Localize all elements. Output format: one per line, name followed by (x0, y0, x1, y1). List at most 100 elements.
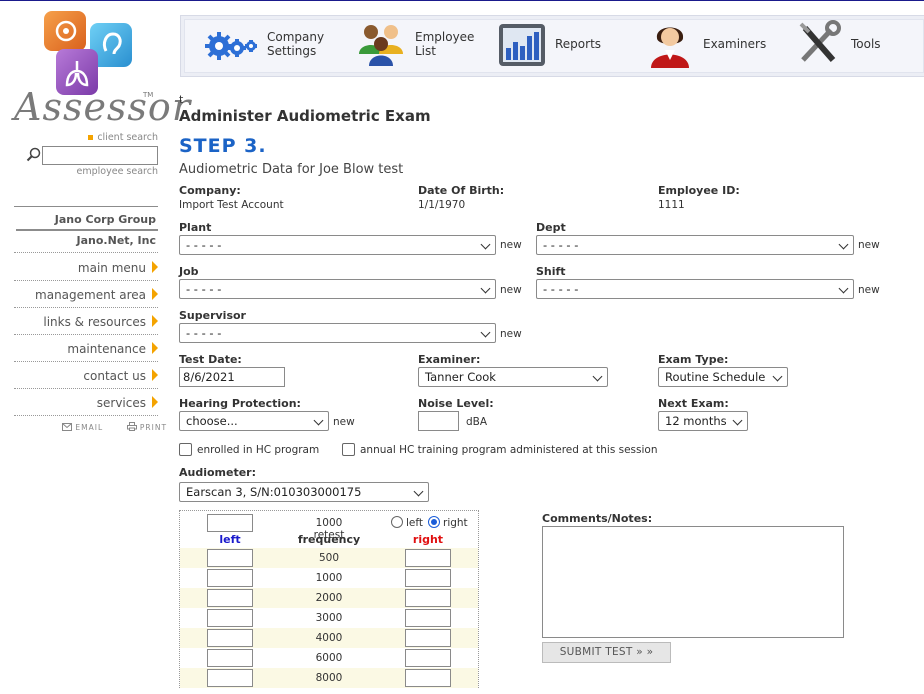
assessor-logo[interactable]: Assessor TM (14, 9, 190, 131)
comments-textarea[interactable] (542, 526, 844, 638)
supervisor-select[interactable]: - - - - - (179, 323, 496, 343)
examiner-icon (651, 27, 689, 68)
plant-select-value: - - - - - (186, 238, 222, 252)
dept-select-value: - - - - - (543, 238, 579, 252)
right-3000-input[interactable] (405, 609, 451, 627)
left-6000-input[interactable] (207, 649, 253, 667)
nav-tools[interactable]: Tools (793, 16, 881, 72)
chevron-down-icon (413, 486, 424, 497)
training-checkbox[interactable] (342, 443, 355, 456)
frequency-2000: 2000 (315, 592, 343, 604)
print-label: PRINT (139, 423, 168, 432)
test-date-input[interactable]: 8/6/2021 (179, 367, 285, 387)
job-select[interactable]: - - - - - (179, 279, 496, 299)
hearing-new-link[interactable]: new (333, 416, 355, 428)
noise-level-label: Noise Level: (418, 397, 494, 410)
submit-test-button[interactable]: SUBMIT TEST » » (542, 642, 671, 663)
right-2000-input[interactable] (405, 589, 451, 607)
left-2000-input[interactable] (207, 589, 253, 607)
comments-label: Comments/Notes: (542, 512, 653, 525)
nav-examiners[interactable]: Examiners (645, 16, 766, 72)
next-exam-label: Next Exam: (658, 397, 729, 410)
column-left-header: left (219, 533, 241, 546)
left-3000-input[interactable] (207, 609, 253, 627)
test-date-label: Test Date: (179, 353, 242, 366)
arrow-right-icon (152, 315, 158, 327)
hearing-protection-value: choose... (186, 414, 238, 428)
noise-unit: dBA (466, 416, 488, 428)
audiometer-label: Audiometer: (179, 466, 257, 479)
plant-select[interactable]: - - - - - (179, 235, 496, 255)
retest-left-input[interactable] (207, 514, 253, 532)
logo-text: Assessor (14, 85, 191, 129)
dept-select[interactable]: - - - - - (536, 235, 854, 255)
nav-label-line1: Tools (851, 37, 881, 51)
menu-management-area[interactable]: management area (14, 286, 158, 304)
divider (14, 280, 158, 281)
divider (14, 361, 158, 362)
right-500-input[interactable] (405, 549, 451, 567)
job-new-link[interactable]: new (500, 284, 522, 296)
left-4000-input[interactable] (207, 629, 253, 647)
nav-label-line1: Employee (415, 30, 475, 44)
client-search-link[interactable]: client search (60, 132, 158, 143)
hearing-protection-select[interactable]: choose... (179, 411, 329, 431)
right-1000-input[interactable] (405, 569, 451, 587)
retest-right-radio[interactable] (428, 516, 440, 528)
page-subtitle: Audiometric Data for Joe Blow test (179, 162, 404, 177)
frequency-8000: 8000 (315, 672, 343, 684)
enrolled-checkbox[interactable] (179, 443, 192, 456)
audiometer-value: Earscan 3, S/N:010303000175 (186, 485, 362, 499)
exam-type-label: Exam Type: (658, 353, 729, 366)
step-heading: STEP 3. (179, 135, 267, 157)
shift-new-link[interactable]: new (858, 284, 880, 296)
left-1000-input[interactable] (207, 569, 253, 587)
menu-services[interactable]: services (14, 394, 158, 412)
left-500-input[interactable] (207, 549, 253, 567)
arrow-right-icon (152, 342, 158, 354)
chevron-down-icon (838, 283, 849, 294)
dept-label: Dept (536, 221, 566, 234)
print-link[interactable]: PRINT (126, 422, 178, 432)
dob-value: 1/1/1970 (418, 199, 466, 211)
arrow-right-icon (152, 288, 158, 300)
dept-new-link[interactable]: new (858, 239, 880, 251)
nav-company-settings[interactable]: Company Settings (203, 16, 324, 72)
noise-level-input[interactable] (418, 411, 459, 431)
email-link[interactable]: EMAIL (62, 423, 113, 432)
bar-chart-icon (499, 24, 545, 66)
plant-label: Plant (179, 221, 212, 234)
plant-new-link[interactable]: new (500, 239, 522, 251)
chevron-down-icon (480, 239, 491, 250)
right-6000-input[interactable] (405, 649, 451, 667)
search-input[interactable] (42, 146, 158, 165)
left-8000-input[interactable] (207, 669, 253, 687)
nav-label-line1: Reports (555, 37, 602, 51)
supervisor-new-link[interactable]: new (500, 328, 522, 340)
arrow-right-icon (152, 261, 158, 273)
right-4000-input[interactable] (405, 629, 451, 647)
nav-label-line2: Settings (267, 44, 317, 58)
bullet-icon (88, 135, 94, 140)
nav-employee-list[interactable]: Employee List (357, 16, 474, 72)
retest-left-radio[interactable] (391, 516, 403, 528)
nav-reports[interactable]: Reports (497, 16, 601, 72)
menu-label: services (96, 396, 146, 410)
shift-select[interactable]: - - - - - (536, 279, 854, 299)
menu-maintenance[interactable]: maintenance (14, 340, 158, 358)
frequency-3000: 3000 (315, 612, 343, 624)
menu-contact-us[interactable]: contact us (14, 367, 158, 385)
company-value: Import Test Account (179, 199, 284, 211)
employee-search-link[interactable]: employee search (60, 166, 158, 177)
hearing-protection-label: Hearing Protection: (179, 397, 301, 410)
menu-links-resources[interactable]: links & resources (14, 313, 158, 331)
menu-main-menu[interactable]: main menu (14, 259, 158, 277)
nav-label-line2: List (415, 44, 436, 58)
chevron-down-icon (838, 239, 849, 250)
org-subname: Jano.Net, Inc (76, 234, 156, 247)
next-exam-select[interactable]: 12 months (658, 411, 748, 431)
audiometer-select[interactable]: Earscan 3, S/N:010303000175 (179, 482, 429, 502)
examiner-select[interactable]: Tanner Cook (418, 367, 608, 387)
exam-type-select[interactable]: Routine Schedule (658, 367, 788, 387)
right-8000-input[interactable] (405, 669, 451, 687)
